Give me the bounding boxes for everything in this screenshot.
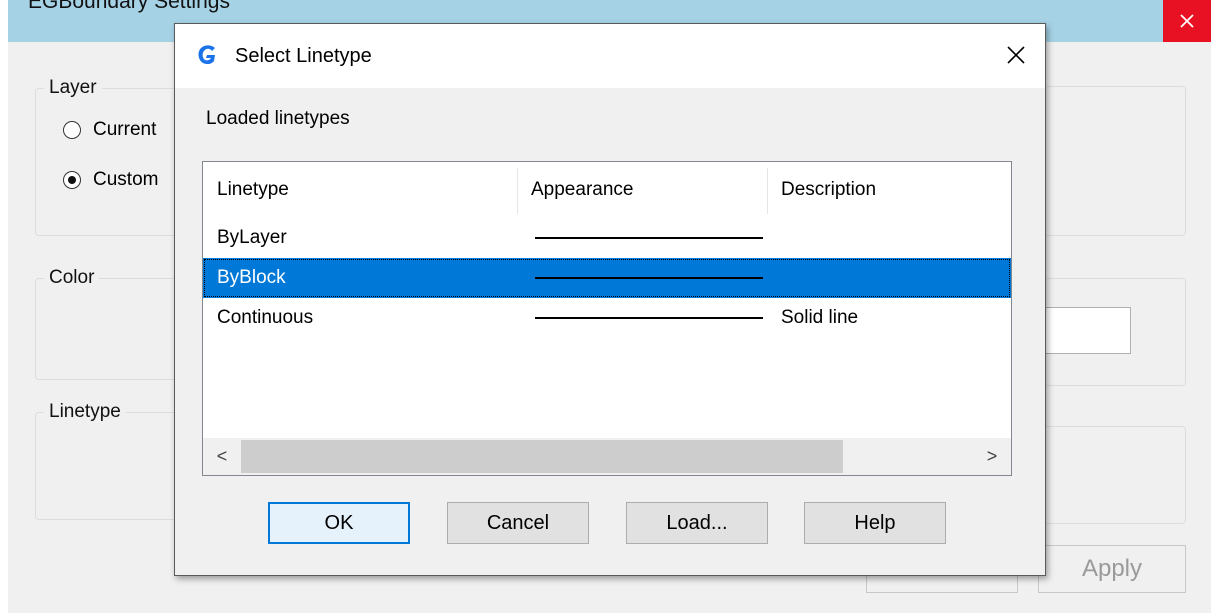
apply-button[interactable]: Apply	[1038, 545, 1186, 593]
layer-group-label: Layer	[44, 77, 102, 99]
table-row[interactable]: ByBlock	[203, 258, 1011, 298]
select-linetype-dialog: Select Linetype Loaded linetypes Linetyp…	[174, 23, 1046, 576]
table-row[interactable]: Continuous Solid line	[203, 298, 1011, 338]
linetype-name: ByBlock	[217, 267, 286, 288]
horizontal-scrollbar[interactable]: < >	[203, 438, 1011, 475]
loaded-linetypes-label: Loaded linetypes	[206, 108, 350, 129]
column-header-description[interactable]: Description	[781, 162, 876, 218]
linetype-name: ByLayer	[217, 227, 287, 248]
linetype-name: Continuous	[217, 307, 314, 328]
dialog-title-bar: Select Linetype	[175, 24, 1045, 88]
bg-dialog-title: EGBoundary Settings	[28, 0, 230, 13]
linetype-group-label: Linetype	[44, 401, 126, 423]
linetype-appearance	[535, 277, 763, 279]
table-row[interactable]: ByLayer	[203, 218, 1011, 258]
list-header: Linetype Appearance Description	[203, 162, 1011, 218]
color-input[interactable]	[1038, 307, 1131, 354]
radio-unchecked-icon[interactable]	[63, 121, 81, 139]
column-divider[interactable]	[767, 168, 768, 214]
ok-button[interactable]: OK	[268, 502, 410, 544]
load-button[interactable]: Load...	[626, 502, 768, 544]
cancel-button[interactable]: Cancel	[447, 502, 589, 544]
chevron-left-icon[interactable]: <	[203, 438, 241, 475]
radio-custom-label: Custom	[93, 169, 159, 190]
right-group-3	[1038, 426, 1186, 524]
help-button[interactable]: Help	[804, 502, 946, 544]
close-icon[interactable]	[1001, 40, 1031, 70]
linetype-appearance	[535, 237, 763, 239]
radio-custom[interactable]: Custom	[63, 169, 158, 191]
linetype-appearance	[535, 317, 763, 319]
radio-current[interactable]: Current	[63, 119, 156, 141]
column-divider[interactable]	[517, 168, 518, 214]
column-header-appearance[interactable]: Appearance	[531, 162, 633, 218]
linetype-description: Solid line	[781, 307, 859, 328]
color-group-label: Color	[44, 267, 100, 289]
chevron-right-icon[interactable]: >	[973, 438, 1011, 475]
window-edge	[0, 0, 8, 613]
column-header-linetype[interactable]: Linetype	[217, 162, 289, 218]
right-group-1	[1038, 86, 1186, 236]
linetype-list[interactable]: Linetype Appearance Description ByLayer …	[202, 161, 1012, 476]
app-logo-icon	[198, 45, 215, 65]
scrollbar-thumb[interactable]	[241, 440, 843, 473]
radio-checked-icon[interactable]	[63, 171, 81, 189]
close-icon[interactable]	[1163, 0, 1211, 42]
dialog-title: Select Linetype	[235, 45, 372, 67]
radio-current-label: Current	[93, 119, 157, 140]
